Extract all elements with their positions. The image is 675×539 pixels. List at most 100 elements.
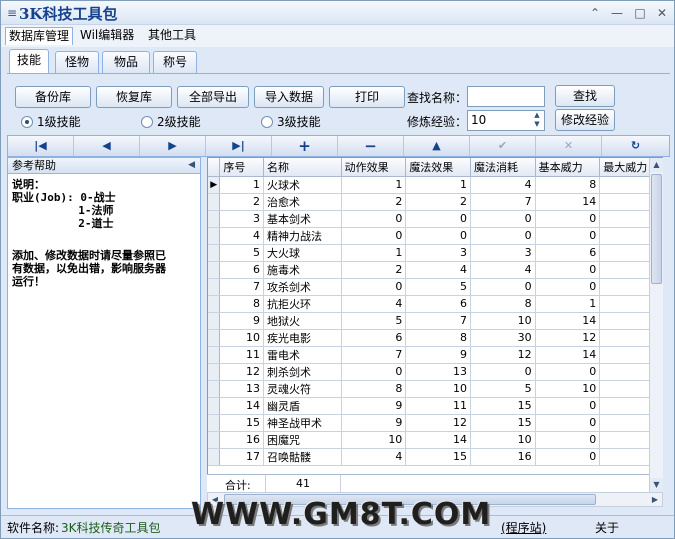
cell-name[interactable]: 大火球 [263,244,342,262]
modify-exp-button[interactable]: 修改经验 [555,109,615,131]
cell-mana-cost[interactable]: 16 [470,448,536,466]
table-row[interactable]: 6 施毒术 2 4 4 0 [208,261,662,279]
table-row[interactable]: 10 疾光电影 6 8 30 12 [208,329,662,347]
cell-base-power[interactable]: 14 [535,312,601,330]
cell-name[interactable]: 施毒术 [263,261,342,279]
cell-mana-cost[interactable]: 10 [470,431,536,449]
cell-name[interactable]: 火球术 [263,176,342,194]
col-header-magic-effect[interactable]: 魔法效果 [405,158,471,177]
table-row[interactable]: 13 灵魂火符 8 10 5 10 [208,380,662,398]
cell-name[interactable]: 攻杀剑术 [263,278,342,296]
minimize-icon[interactable]: — [609,5,625,21]
cell-action-effect[interactable]: 0 [341,278,407,296]
table-row[interactable]: 11 雷电术 7 9 12 14 [208,346,662,364]
row-indicator[interactable] [208,312,221,330]
cell-magic-effect[interactable]: 8 [405,329,471,347]
cell-mana-cost[interactable]: 0 [470,363,536,381]
cell-name[interactable]: 基本剑术 [263,210,342,228]
cell-action-effect[interactable]: 0 [341,210,407,228]
cell-name[interactable]: 疾光电影 [263,329,342,347]
cell-name[interactable]: 幽灵盾 [263,397,342,415]
cell-name[interactable]: 灵魂火符 [263,380,342,398]
cell-magic-effect[interactable]: 11 [405,397,471,415]
cell-base-power[interactable]: 14 [535,346,601,364]
row-indicator[interactable] [208,448,221,466]
collapse-icon[interactable]: ⌃ [587,5,603,21]
cell-base-power[interactable]: 12 [535,329,601,347]
table-row[interactable]: 3 基本剑术 0 0 0 0 [208,210,662,228]
row-indicator[interactable] [208,295,221,313]
col-header-index[interactable]: 序号 [219,158,265,177]
cell-magic-effect[interactable]: 10 [405,380,471,398]
cell-index[interactable]: 10 [219,329,265,347]
export-all-button[interactable]: 全部导出 [177,86,249,108]
tab-items[interactable]: 物品 [102,51,150,73]
menu-other-tools[interactable]: 其他工具 [145,27,199,45]
cell-name[interactable]: 雷电术 [263,346,342,364]
add-record-icon[interactable]: + [272,136,338,156]
site-link[interactable]: (程序站) [501,519,546,536]
cell-mana-cost[interactable]: 15 [470,397,536,415]
cell-name[interactable]: 精神力战法 [263,227,342,245]
cell-mana-cost[interactable]: 12 [470,346,536,364]
cell-mana-cost[interactable]: 30 [470,329,536,347]
row-indicator[interactable] [208,414,221,432]
radio-skill-level-2[interactable]: 2级技能 [141,114,201,130]
col-header-base-power[interactable]: 基本威力 [535,158,601,177]
cell-mana-cost[interactable]: 4 [470,261,536,279]
row-indicator[interactable] [208,431,221,449]
cell-index[interactable]: 16 [219,431,265,449]
table-row[interactable]: 17 召唤骷髅 4 15 16 0 [208,448,662,466]
cell-base-power[interactable]: 0 [535,261,601,279]
stepper-down-icon[interactable]: ▼ [531,120,543,129]
row-indicator[interactable] [208,244,221,262]
post-record-icon[interactable]: ✔ [470,136,536,156]
cell-index[interactable]: 3 [219,210,265,228]
cell-base-power[interactable]: 0 [535,431,601,449]
cell-action-effect[interactable]: 9 [341,414,407,432]
refresh-icon[interactable]: ↻ [602,136,669,156]
cell-base-power[interactable]: 0 [535,227,601,245]
exp-stepper[interactable]: 10 ▲ ▼ [467,110,545,131]
cell-base-power[interactable]: 10 [535,380,601,398]
cell-mana-cost[interactable]: 15 [470,414,536,432]
radio-skill-level-1[interactable]: 1级技能 [21,114,81,130]
cell-magic-effect[interactable]: 1 [405,176,471,194]
cell-magic-effect[interactable]: 4 [405,261,471,279]
table-row[interactable]: 8 抗拒火环 4 6 8 1 [208,295,662,313]
cell-index[interactable]: 8 [219,295,265,313]
tab-titles[interactable]: 称号 [153,51,197,73]
cell-base-power[interactable]: 0 [535,448,601,466]
cell-index[interactable]: 5 [219,244,265,262]
row-indicator[interactable] [208,329,221,347]
cell-index[interactable]: 6 [219,261,265,279]
row-indicator[interactable] [208,193,221,211]
cell-base-power[interactable]: 0 [535,397,601,415]
cell-index[interactable]: 11 [219,346,265,364]
row-indicator[interactable] [208,261,221,279]
cell-action-effect[interactable]: 2 [341,261,407,279]
cell-name[interactable]: 治愈术 [263,193,342,211]
row-indicator[interactable] [208,278,221,296]
col-header-action-effect[interactable]: 动作效果 [341,158,407,177]
cell-index[interactable]: 14 [219,397,265,415]
cell-index[interactable]: 2 [219,193,265,211]
cell-mana-cost[interactable]: 8 [470,295,536,313]
cell-magic-effect[interactable]: 7 [405,312,471,330]
cell-mana-cost[interactable]: 3 [470,244,536,262]
cell-mana-cost[interactable]: 0 [470,278,536,296]
cell-mana-cost[interactable]: 0 [470,210,536,228]
collapse-left-icon[interactable]: ◀ [188,158,195,173]
cell-action-effect[interactable]: 0 [341,363,407,381]
cell-action-effect[interactable]: 4 [341,295,407,313]
cell-magic-effect[interactable]: 6 [405,295,471,313]
cancel-record-icon[interactable]: ✕ [536,136,602,156]
tab-monsters[interactable]: 怪物 [55,51,99,73]
cell-magic-effect[interactable]: 9 [405,346,471,364]
cell-index[interactable]: 4 [219,227,265,245]
cell-magic-effect[interactable]: 0 [405,227,471,245]
cell-index[interactable]: 9 [219,312,265,330]
cell-index[interactable]: 12 [219,363,265,381]
cell-magic-effect[interactable]: 12 [405,414,471,432]
table-row[interactable]: 16 困魔咒 10 14 10 0 [208,431,662,449]
